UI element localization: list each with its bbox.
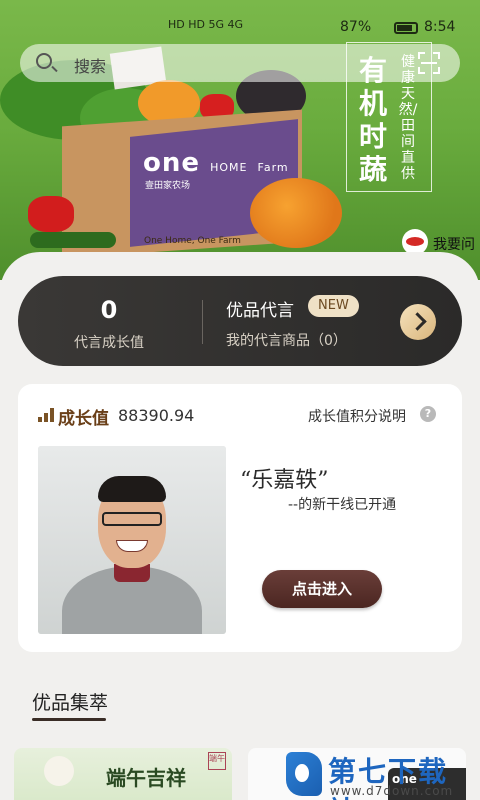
section-underline [32, 718, 106, 721]
endorse-title: 优品代言 [226, 301, 294, 321]
box-chinese-name: 壹田家农场 [145, 181, 191, 191]
battery-percent: 87% [340, 19, 372, 35]
network-indicators: HD HD 5G 4G [168, 18, 244, 31]
box-brand-logo: one HOME Farm [143, 148, 289, 178]
pumpkin [250, 178, 342, 248]
clock: 8:54 [424, 19, 456, 35]
search-icon [36, 53, 52, 69]
box-brand-sub: Farm [257, 161, 289, 174]
red-pepper [28, 196, 74, 232]
cucumber [30, 232, 116, 248]
new-badge: NEW [308, 295, 359, 317]
growth-value-count: 0 [100, 296, 118, 324]
growth-card: 成长值 88390.94 成长值积分说明 ? “乐嘉轶” --的新干线已开通 点… [18, 384, 462, 652]
growth-value-label: 代言成长值 [74, 335, 144, 351]
endorser-subtitle: --的新干线已开通 [288, 497, 397, 513]
growth-label: 成长值 [58, 409, 109, 429]
watermark-url: www.d7down.com [330, 784, 454, 798]
promo-title: 端午吉祥 [106, 766, 186, 790]
promo-card-dragon-boat[interactable]: 端午吉祥 端午 [14, 748, 232, 800]
watermark: 第七下载站 www.d7down.com [286, 748, 472, 800]
profile-photo [38, 446, 226, 634]
section-title[interactable]: 优品集萃 [32, 688, 108, 715]
watermark-logo-icon [286, 752, 322, 796]
search-placeholder: 搜索 [74, 57, 107, 76]
chevron-right-icon[interactable] [400, 304, 436, 340]
battery-icon [394, 22, 418, 34]
enter-button[interactable]: 点击进入 [262, 570, 382, 608]
scan-icon[interactable] [418, 52, 440, 74]
search-bar[interactable]: 搜索 [20, 44, 460, 82]
sun-graphic [44, 756, 74, 786]
growth-help-link[interactable]: 成长值积分说明 [308, 406, 406, 426]
divider [202, 300, 203, 344]
box-brand: one [143, 148, 201, 178]
bar-chart-icon [38, 408, 54, 422]
endorse-panel[interactable]: 0 代言成长值 优品代言 NEW 我的代言商品（0） [18, 276, 462, 366]
endorser-name: “乐嘉轶” [240, 468, 329, 493]
seal-stamp: 端午 [208, 752, 226, 770]
my-endorsed-products[interactable]: 我的代言商品（0） [226, 330, 347, 350]
question-icon[interactable]: ? [420, 406, 436, 422]
ask-label: 我要问 [433, 237, 475, 253]
box-brand-suffix: HOME [210, 161, 248, 174]
box-slogan: One Home, One Farm [144, 236, 241, 246]
growth-value: 88390.94 [118, 406, 195, 425]
